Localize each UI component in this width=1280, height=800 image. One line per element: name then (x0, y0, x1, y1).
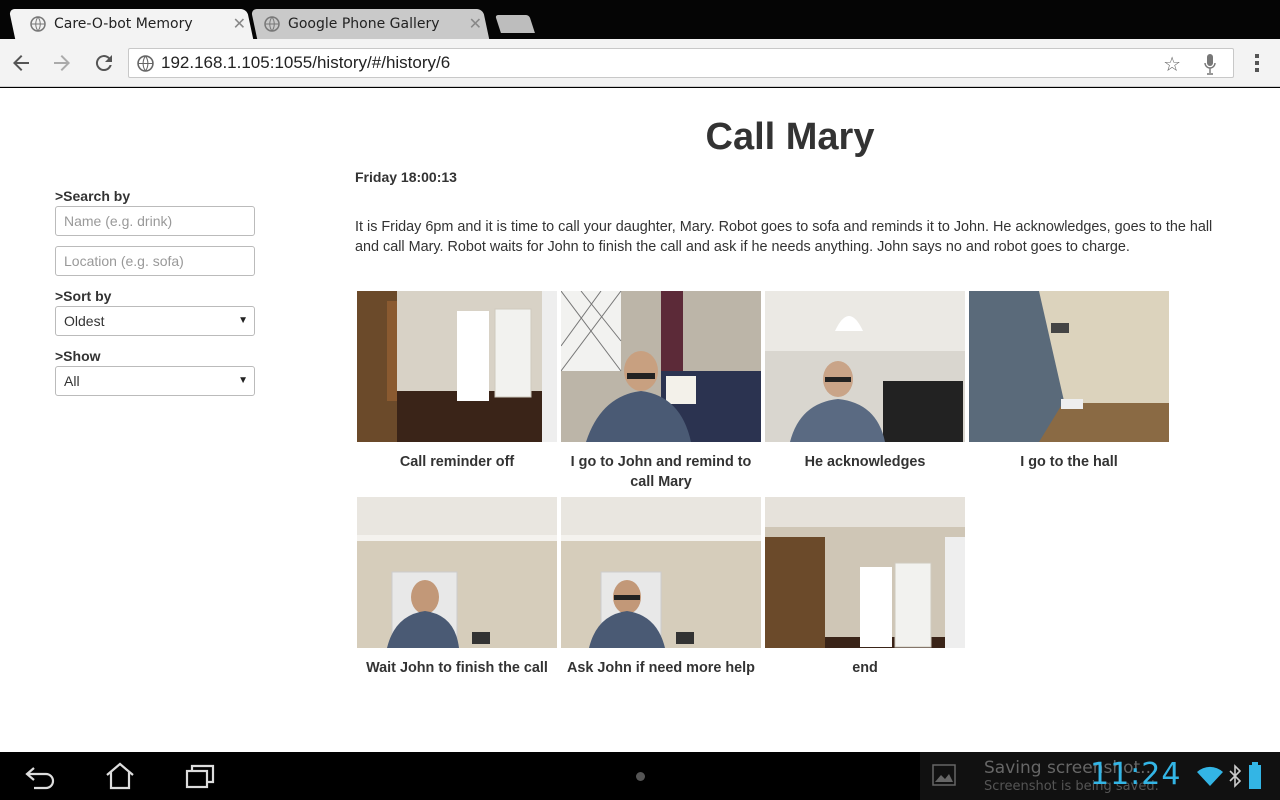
close-tab-icon[interactable]: ✕ (469, 9, 482, 39)
back-nav-icon[interactable] (24, 762, 56, 790)
close-tab-icon[interactable]: ✕ (233, 9, 246, 39)
gallery-item[interactable]: He acknowledges (765, 291, 965, 472)
show-value: All (64, 373, 80, 389)
menu-dot-icon[interactable] (636, 772, 645, 781)
sort-select[interactable]: Oldest ▼ (55, 306, 255, 336)
page-title: Call Mary (705, 116, 875, 158)
step-photo (561, 497, 761, 648)
sort-by-label: >Sort by (55, 288, 112, 304)
battery-icon (1249, 762, 1261, 789)
address-bar[interactable]: 192.168.1.105:1055/history/#/history/6 ☆ (128, 48, 1234, 78)
show-select[interactable]: All ▼ (55, 366, 255, 396)
gallery-item[interactable]: Call reminder off (357, 291, 557, 472)
globe-icon (137, 55, 154, 72)
event-timestamp: Friday 18:00:13 (355, 169, 457, 185)
step-caption: I go to the hall (1020, 454, 1118, 470)
tab-title: Google Phone Gallery (288, 16, 440, 32)
globe-icon (264, 16, 280, 32)
step-caption: He acknowledges (804, 454, 926, 470)
reload-icon[interactable] (92, 51, 116, 75)
step-photo (969, 291, 1169, 442)
step-photo (765, 291, 965, 442)
name-search-input[interactable] (55, 206, 255, 236)
tab-care-o-bot-memory[interactable]: Care-O-bot Memory ✕ (8, 9, 254, 39)
tab-strip: Care-O-bot Memory ✕ Google Phone Gallery… (0, 0, 1280, 39)
browser-toolbar: 192.168.1.105:1055/history/#/history/6 ☆ (0, 39, 1280, 87)
step-photo (765, 497, 965, 648)
tab-google-phone-gallery[interactable]: Google Phone Gallery ✕ (250, 9, 490, 39)
dropdown-arrow-icon: ▼ (238, 375, 248, 386)
wifi-icon (1197, 766, 1223, 786)
star-icon[interactable]: ☆ (1163, 52, 1181, 76)
filter-sidebar: >Search by >Sort by Oldest ▼ >Show All ▼ (55, 188, 255, 396)
location-search-input[interactable] (55, 246, 255, 276)
step-caption: Wait John to finish the call (366, 660, 548, 676)
gallery-item[interactable]: I go to the hall (969, 291, 1169, 472)
forward-icon[interactable] (50, 51, 74, 75)
step-caption: Call reminder off (399, 454, 515, 470)
gallery-item[interactable]: Wait John to finish the call (357, 497, 557, 678)
step-caption: Ask John if need more help (567, 660, 755, 676)
event-description: It is Friday 6pm and it is time to call … (355, 219, 1213, 255)
step-photo (561, 291, 761, 442)
gallery-item[interactable]: Ask John if need more help (561, 497, 761, 678)
page-content: >Search by >Sort by Oldest ▼ >Show All ▼… (0, 88, 1280, 752)
recent-apps-icon[interactable] (184, 762, 216, 790)
show-label: >Show (55, 348, 101, 364)
url-text: 192.168.1.105:1055/history/#/history/6 (161, 53, 451, 72)
sort-value: Oldest (64, 313, 105, 329)
step-photo (357, 291, 557, 442)
clock: 11:24 (1090, 757, 1182, 792)
search-by-label: >Search by (55, 188, 131, 204)
system-navigation-bar: Saving screenshot... Screenshot is being… (0, 752, 1280, 800)
image-icon (932, 764, 956, 786)
menu-icon[interactable] (1252, 51, 1262, 75)
globe-icon (30, 16, 46, 32)
microphone-icon[interactable] (1204, 53, 1216, 75)
step-photo (357, 497, 557, 648)
bluetooth-icon (1229, 764, 1242, 788)
tab-title: Care-O-bot Memory (54, 16, 193, 32)
gallery-item[interactable]: I go to John and remind to call Mary (561, 291, 761, 492)
new-tab-button[interactable] (495, 15, 535, 33)
step-caption: end (852, 660, 878, 676)
gallery-item[interactable]: end (765, 497, 965, 678)
home-nav-icon[interactable] (104, 762, 136, 790)
back-icon[interactable] (9, 51, 33, 75)
step-caption: I go to John and remind to call Mary (570, 454, 752, 490)
dropdown-arrow-icon: ▼ (238, 315, 248, 326)
